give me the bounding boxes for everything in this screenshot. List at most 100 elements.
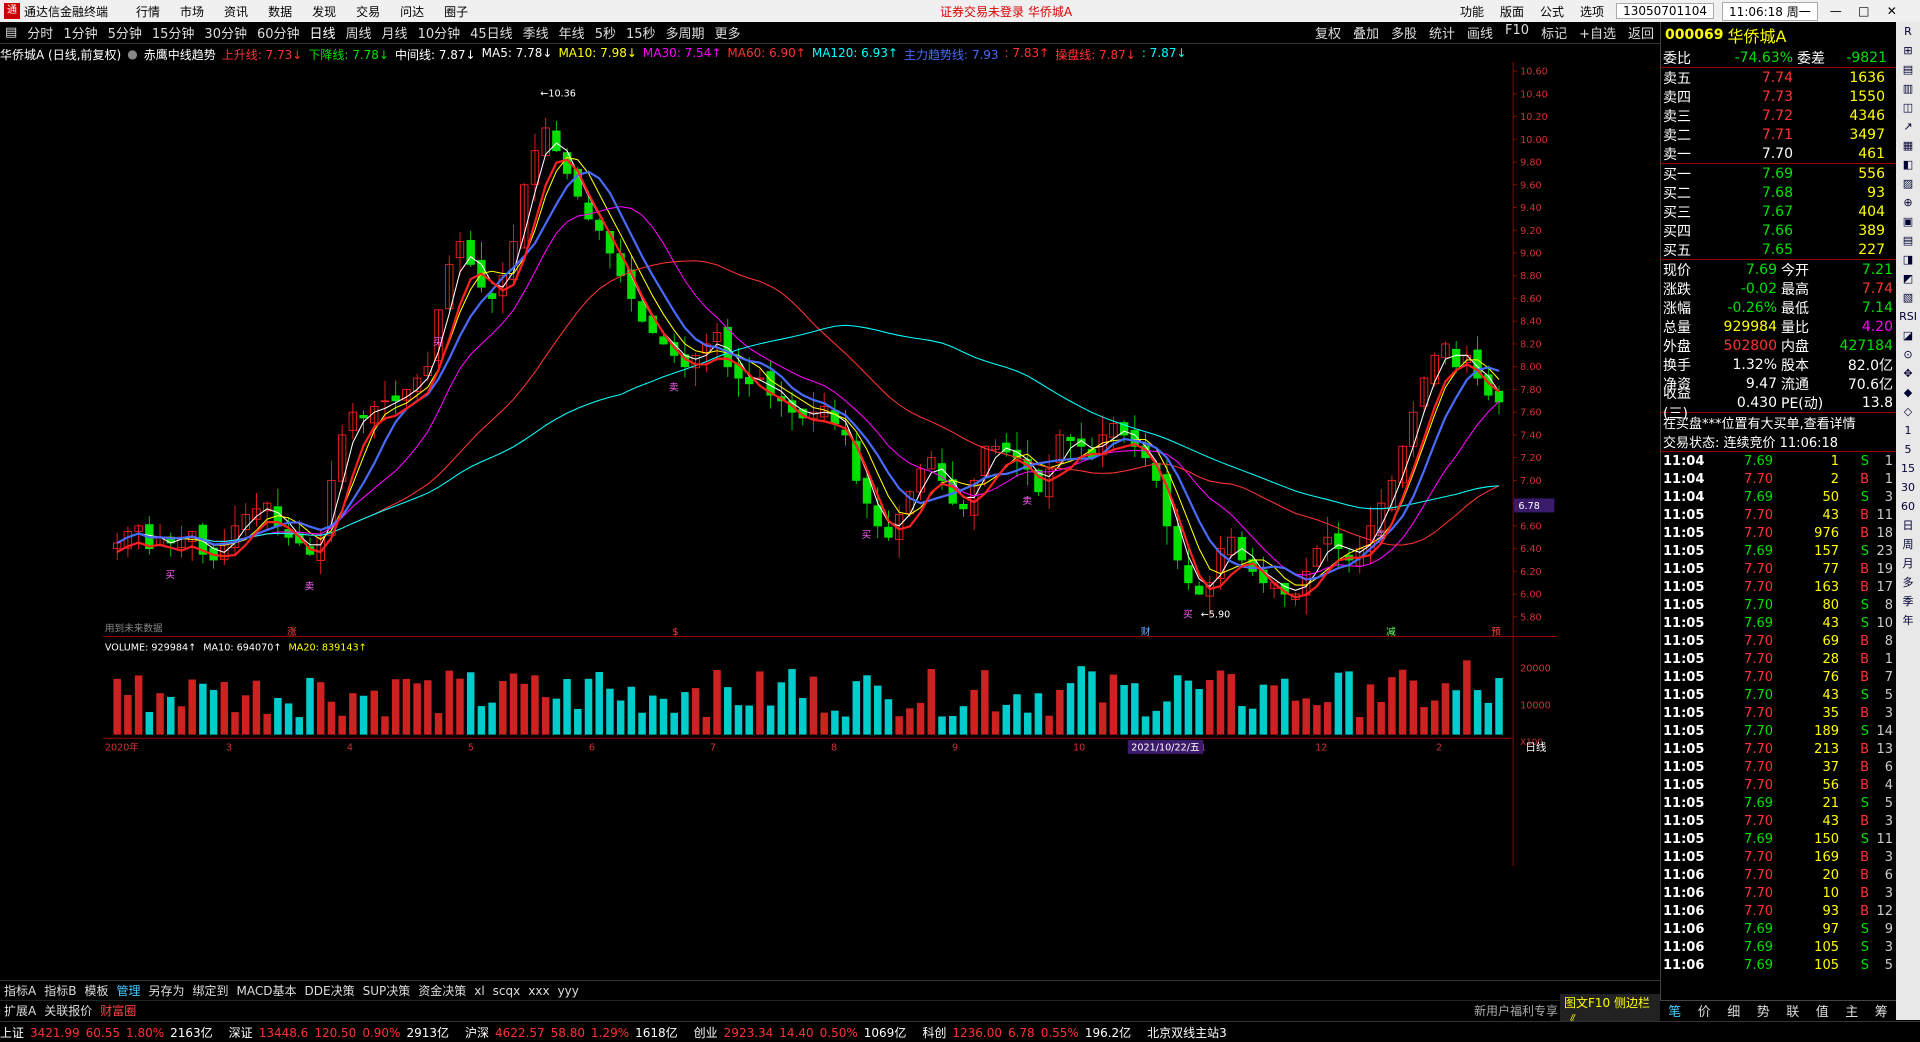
right-menu-item-0[interactable]: 功能 <box>1452 3 1492 20</box>
chart-tool-7[interactable]: +自选 <box>1573 23 1622 42</box>
quote-tab-1[interactable]: 价 <box>1690 1001 1720 1020</box>
toolbar-button-11[interactable]: ▤ <box>1898 231 1918 250</box>
toolbar-button-5[interactable]: ↗ <box>1898 117 1918 136</box>
quote-tab-6[interactable]: 主 <box>1837 1001 1867 1020</box>
server-status[interactable]: 北京双线主站3 <box>1147 1024 1227 1041</box>
chart-tool-3[interactable]: 统计 <box>1423 23 1461 42</box>
index-4[interactable]: 科创 1236.00 6.78 0.55% 196.2亿 <box>922 1024 1137 1041</box>
toolbar-button-12[interactable]: ◨ <box>1898 250 1918 269</box>
event-marker[interactable]: 财 <box>1141 626 1151 638</box>
quote-tab-3[interactable]: 势 <box>1749 1001 1779 1020</box>
indicator-tab-7[interactable]: DDE决策 <box>301 982 359 999</box>
promo-ticker[interactable]: 新用户福利专享 <box>1470 1002 1562 1019</box>
toolbar-button-21[interactable]: 1 <box>1898 421 1918 440</box>
indicator-tab-0[interactable]: 指标A <box>0 982 40 999</box>
index-2[interactable]: 沪深 4622.57 58.80 1.29% 1618亿 <box>465 1024 684 1041</box>
maximize-icon[interactable]: □ <box>1850 4 1878 18</box>
extension-tab-0[interactable]: 扩展A <box>0 1002 40 1019</box>
menu-item-0[interactable]: 行情 <box>126 3 170 20</box>
chart-tool-1[interactable]: 叠加 <box>1347 23 1385 42</box>
toolbar-button-29[interactable]: 多 <box>1898 573 1918 592</box>
toolbar-button-1[interactable]: ⊞ <box>1898 41 1918 60</box>
indicator-tab-12[interactable]: xxx <box>524 984 553 998</box>
toolbar-button-24[interactable]: 30 <box>1898 478 1918 497</box>
indicator-tab-11[interactable]: scqx <box>489 984 525 998</box>
menu-item-7[interactable]: 圈子 <box>434 3 478 20</box>
menu-item-6[interactable]: 问达 <box>390 3 434 20</box>
toolbar-button-26[interactable]: 日 <box>1898 516 1918 535</box>
close-icon[interactable]: ✕ <box>1878 4 1906 18</box>
chart-tool-6[interactable]: 标记 <box>1535 23 1573 42</box>
index-0[interactable]: 上证 3421.99 60.55 1.80% 2163亿 <box>0 1024 219 1041</box>
grid-icon[interactable]: ▤ <box>0 25 22 40</box>
period-tab-15[interactable]: 多周期 <box>661 23 710 42</box>
legend-indicator-icon[interactable]: ● <box>127 47 137 61</box>
indicator-tab-1[interactable]: 指标B <box>40 982 80 999</box>
toolbar-button-19[interactable]: ◆ <box>1898 383 1918 402</box>
menu-item-4[interactable]: 发现 <box>302 3 346 20</box>
legend-indicator-name[interactable]: 赤鹰中线趋势 <box>144 46 216 63</box>
period-tab-3[interactable]: 15分钟 <box>147 23 200 42</box>
period-tab-6[interactable]: 日线 <box>305 23 341 42</box>
account-field[interactable]: 13050701104 <box>1616 3 1715 19</box>
indicator-tab-4[interactable]: 另存为 <box>144 982 188 999</box>
period-tab-8[interactable]: 月线 <box>377 23 413 42</box>
toolbar-button-4[interactable]: ◫ <box>1898 98 1918 117</box>
period-tab-10[interactable]: 45日线 <box>465 23 518 42</box>
index-1[interactable]: 深证 13448.6 120.50 0.90% 2913亿 <box>229 1024 455 1041</box>
period-tab-0[interactable]: 分时 <box>22 23 58 42</box>
indicator-tab-3[interactable]: 管理 <box>112 982 144 999</box>
period-tab-9[interactable]: 10分钟 <box>413 23 466 42</box>
quote-tab-4[interactable]: 联 <box>1778 1001 1808 1020</box>
menu-item-1[interactable]: 市场 <box>170 3 214 20</box>
toolbar-button-3[interactable]: ▥ <box>1898 79 1918 98</box>
extension-tab-2[interactable]: 财富圈 <box>96 1002 140 1019</box>
menu-item-3[interactable]: 数据 <box>258 3 302 20</box>
toolbar-button-27[interactable]: 周 <box>1898 535 1918 554</box>
period-tab-1[interactable]: 1分钟 <box>58 23 102 42</box>
period-tab-14[interactable]: 15秒 <box>621 23 661 42</box>
toolbar-button-18[interactable]: ✥ <box>1898 364 1918 383</box>
period-tab-11[interactable]: 季线 <box>518 23 554 42</box>
toolbar-button-23[interactable]: 15 <box>1898 459 1918 478</box>
indicator-tab-6[interactable]: MACD基本 <box>233 982 301 999</box>
toolbar-button-30[interactable]: 季 <box>1898 592 1918 611</box>
event-marker[interactable]: 涨 <box>287 627 297 638</box>
event-marker[interactable]: 减 <box>1386 626 1396 638</box>
toolbar-button-16[interactable]: ◪ <box>1898 326 1918 345</box>
period-tab-16[interactable]: 更多 <box>710 23 746 42</box>
event-marker[interactable]: $ <box>672 627 678 638</box>
login-warning[interactable]: 证券交易未登录 华侨城A <box>940 3 1072 20</box>
toolbar-button-2[interactable]: ▤ <box>1898 60 1918 79</box>
toolbar-button-9[interactable]: ⊕ <box>1898 193 1918 212</box>
indicator-tab-8[interactable]: SUP决策 <box>359 982 415 999</box>
minimize-icon[interactable]: — <box>1822 4 1850 18</box>
indicator-tab-9[interactable]: 资金决策 <box>414 982 470 999</box>
chart-tool-5[interactable]: F10 <box>1499 23 1535 42</box>
quote-tab-7[interactable]: 筹 <box>1867 1001 1897 1020</box>
menu-item-2[interactable]: 资讯 <box>214 3 258 20</box>
right-menu-item-3[interactable]: 选项 <box>1572 3 1612 20</box>
right-menu-item-1[interactable]: 版面 <box>1492 3 1532 20</box>
toolbar-button-13[interactable]: ◩ <box>1898 269 1918 288</box>
toolbar-button-6[interactable]: ▦ <box>1898 136 1918 155</box>
toolbar-button-22[interactable]: 5 <box>1898 440 1918 459</box>
toolbar-button-31[interactable]: 年 <box>1898 611 1918 630</box>
chart-tool-4[interactable]: 画线 <box>1461 23 1499 42</box>
toolbar-button-0[interactable]: R <box>1898 22 1918 41</box>
period-tab-2[interactable]: 5分钟 <box>103 23 147 42</box>
quote-tab-0[interactable]: 笔 <box>1660 1001 1690 1020</box>
toolbar-button-7[interactable]: ◧ <box>1898 155 1918 174</box>
chart-tool-0[interactable]: 复权 <box>1309 23 1347 42</box>
toolbar-button-17[interactable]: ⊙ <box>1898 345 1918 364</box>
toolbar-button-15[interactable]: RSI <box>1898 307 1918 326</box>
extension-tab-1[interactable]: 关联报价 <box>40 1002 96 1019</box>
period-tab-5[interactable]: 60分钟 <box>252 23 305 42</box>
event-marker[interactable]: 预 <box>1491 627 1501 638</box>
quote-tab-2[interactable]: 细 <box>1719 1001 1749 1020</box>
toolbar-button-14[interactable]: ▧ <box>1898 288 1918 307</box>
toolbar-button-28[interactable]: 月 <box>1898 554 1918 573</box>
period-tab-7[interactable]: 周线 <box>341 23 377 42</box>
toolbar-button-25[interactable]: 60 <box>1898 497 1918 516</box>
period-tab-13[interactable]: 5秒 <box>590 23 621 42</box>
